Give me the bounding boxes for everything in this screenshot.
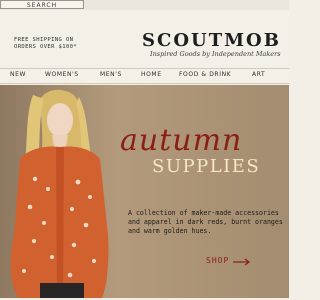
headline-supplies: SUPPLIES [152,156,261,177]
site-header: FREE SHIPPING ON ORDERS OVER $100* SCOUT… [0,10,289,66]
hero-banner[interactable]: autumn SUPPLIES A collection of maker-ma… [0,85,289,298]
headline-autumn: autumn [120,123,243,158]
nav-item-home[interactable]: HOME [141,71,162,78]
nav-item-womens[interactable]: WOMEN'S [45,71,79,78]
main-navigation: NEW WOMEN'S MEN'S HOME FOOD & DRINK ART [0,68,289,151]
shop-link[interactable]: SHOP [206,256,229,265]
arrow-right-icon[interactable] [233,258,251,266]
shipping-promo: FREE SHIPPING ON ORDERS OVER $100* [14,37,84,51]
search-button[interactable]: SEARCH [0,0,84,9]
nav-item-new[interactable]: NEW [10,71,26,78]
top-bar: SEARCH [0,0,289,10]
nav-item-art[interactable]: ART [252,71,265,78]
shipping-line-2: ORDERS OVER $100* [14,44,78,50]
nav-item-food-drink[interactable]: FOOD & DRINK [179,71,231,78]
shipping-line-1: FREE SHIPPING ON [14,37,74,43]
site-tagline: Inspired Goods by Independent Makers [150,50,281,58]
site-logo[interactable]: SCOUTMOB [142,30,281,51]
model-photo [10,89,109,298]
hero-description: A collection of maker-made accessories a… [128,209,283,235]
nav-item-mens[interactable]: MEN'S [100,71,122,78]
